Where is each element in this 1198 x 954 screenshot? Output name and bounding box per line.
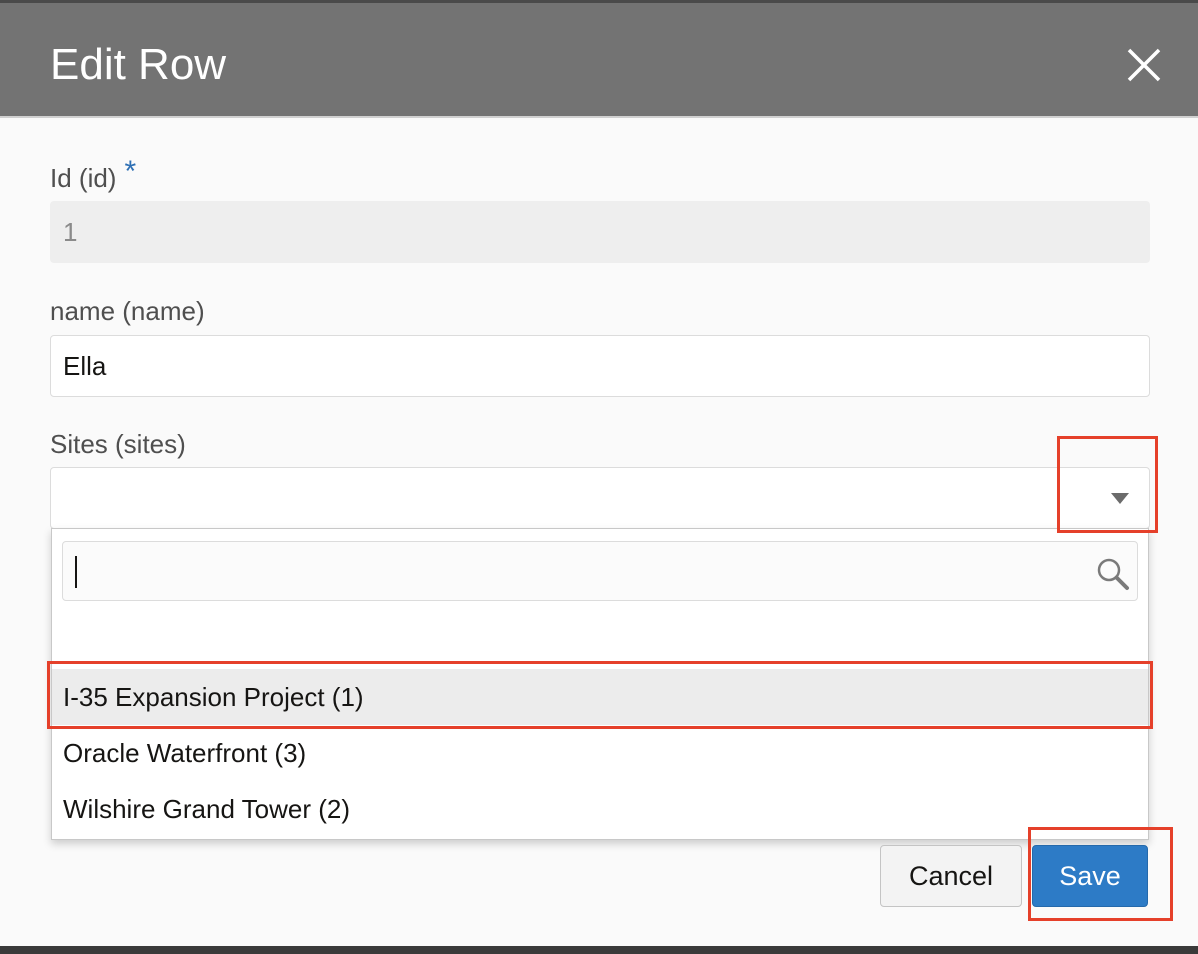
dropdown-option-wilshire[interactable]: Wilshire Grand Tower (2) — [52, 781, 1148, 837]
id-label-text: Id (id) — [50, 163, 117, 193]
dialog-title-bar: Edit Row — [0, 0, 1198, 118]
text-caret — [75, 556, 77, 588]
name-field-label: name (name) — [50, 296, 205, 326]
dropdown-search-box[interactable] — [62, 541, 1138, 602]
dialog-title: Edit Row — [50, 40, 227, 89]
id-field: 1 — [50, 201, 1150, 263]
bottom-edge — [0, 946, 1198, 954]
dropdown-search-input[interactable] — [63, 542, 1077, 602]
close-icon[interactable] — [1120, 41, 1168, 89]
dropdown-option-i35[interactable]: I-35 Expansion Project (1) — [52, 669, 1148, 725]
sites-field-label: Sites (sites) — [50, 429, 186, 459]
sites-select[interactable] — [50, 467, 1150, 529]
name-input[interactable]: Ella — [50, 335, 1150, 397]
dropdown-option-oracle[interactable]: Oracle Waterfront (3) — [52, 725, 1148, 781]
required-marker: * — [124, 155, 137, 188]
id-field-label: Id (id) * — [50, 156, 136, 194]
chevron-down-icon[interactable] — [1111, 493, 1129, 504]
sites-dropdown: I-35 Expansion Project (1) Oracle Waterf… — [51, 528, 1149, 840]
cancel-button[interactable]: Cancel — [880, 845, 1022, 907]
save-button[interactable]: Save — [1032, 845, 1148, 907]
search-icon — [1095, 556, 1131, 592]
